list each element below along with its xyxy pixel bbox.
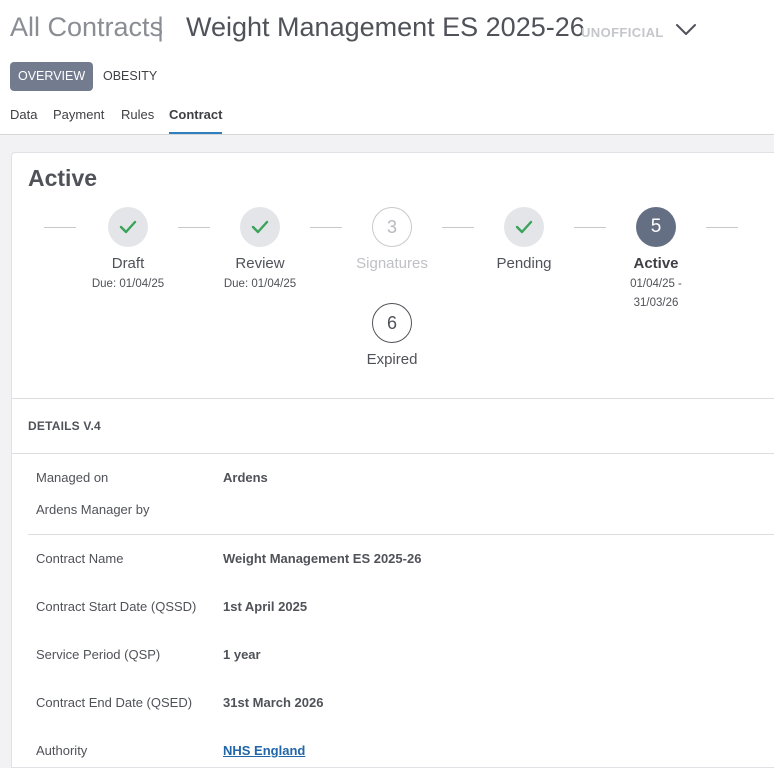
contract-status-card: Active Draft Due: 01/04/25 Review Due: 0… [11,152,774,768]
detail-value-start-date: 1st April 2025 [223,599,308,614]
tab-data[interactable]: Data [10,107,37,122]
breadcrumb-separator: | [157,12,165,42]
step-connector [574,227,606,228]
step-connector [44,227,76,228]
step-active-start-date: 01/04/25 - [630,278,682,290]
step-review-due: Due: 01/04/25 [223,278,297,290]
page-header: All Contracts | Weight Management ES 202… [0,0,774,135]
detail-value-contract-name: Weight Management ES 2025-26 [223,551,422,566]
detail-value-end-date: 31st March 2026 [223,695,324,710]
detail-label-ardens-manager: Ardens Manager by [36,502,150,517]
tab-rules[interactable]: Rules [121,107,154,122]
detail-value-service-period: 1 year [223,647,261,662]
chevron-down-icon[interactable] [674,20,698,40]
divider [28,534,774,535]
step-draft-circle[interactable] [108,207,148,247]
step-active-label: Active [633,255,679,272]
detail-label-service-period: Service Period (QSP) [36,647,161,662]
main-area: Active Draft Due: 01/04/25 Review Due: 0… [0,136,774,768]
tab-payment[interactable]: Payment [53,107,104,122]
check-icon [515,220,533,234]
status-badge: UNOFFICIAL [581,25,664,40]
divider [12,453,774,454]
detail-label-authority: Authority [36,743,88,758]
step-connector [706,227,738,228]
divider [12,398,774,399]
step-signatures-label: Signatures [356,255,428,272]
step-active-end-date: 31/03/26 [633,297,679,309]
contract-status-title: Active [28,165,98,191]
step-review-circle[interactable] [240,207,280,247]
details-section-title: DETAILS V.4 [28,419,101,433]
detail-label-end-date: Contract End Date (QSED) [36,695,193,710]
pill-obesity[interactable]: OBESITY [95,62,165,91]
detail-label-contract-name: Contract Name [36,551,124,566]
step-active-circle[interactable]: 5 [636,207,676,247]
step-pending-circle[interactable] [504,207,544,247]
step-expired-circle[interactable]: 6 [372,303,412,343]
step-connector [178,227,210,228]
step-draft-due: Due: 01/04/25 [91,278,165,290]
step-signatures-circle[interactable]: 3 [372,207,412,247]
check-icon [119,220,137,234]
detail-label-start-date: Contract Start Date (QSSD) [36,599,197,614]
page-title: Weight Management ES 2025-26 [186,12,585,42]
step-connector [310,227,342,228]
pill-overview[interactable]: OVERVIEW [10,62,94,91]
detail-label-managed-on: Managed on [36,470,109,485]
check-icon [251,220,269,234]
authority-link[interactable]: NHS England [223,743,305,758]
tab-contract[interactable]: Contract [169,107,223,134]
step-draft-label: Draft [111,255,145,272]
breadcrumb-all-contracts[interactable]: All Contracts [10,12,163,43]
step-pending-label: Pending [496,255,552,272]
detail-value-managed-on: Ardens [223,470,268,485]
step-expired-label: Expired [366,351,418,368]
step-review-label: Review [235,255,285,272]
step-connector [442,227,474,228]
